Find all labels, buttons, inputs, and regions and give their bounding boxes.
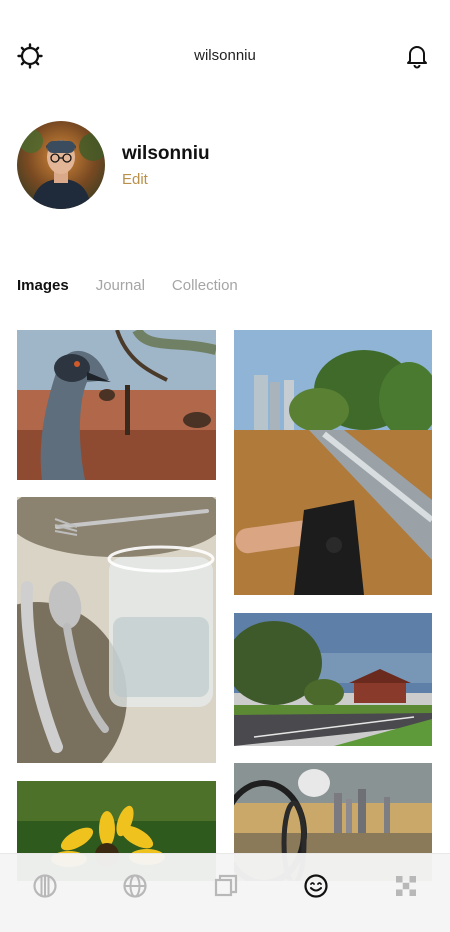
photo-cutlery[interactable] <box>17 497 216 763</box>
tab-journal[interactable]: Journal <box>96 277 145 294</box>
circle-lines-icon[interactable] <box>31 872 59 900</box>
tab-collection[interactable]: Collection <box>172 277 238 294</box>
profile-username: wilsonniu <box>122 143 210 164</box>
photo-bicycle-path[interactable] <box>234 330 432 595</box>
smiley-profile-icon[interactable] <box>302 872 330 900</box>
top-bar: wilsonniu <box>0 0 450 112</box>
bottom-navigation <box>0 853 450 932</box>
photo-emu[interactable] <box>17 330 216 480</box>
checker-grid-icon[interactable] <box>392 872 420 900</box>
page-title: wilsonniu <box>194 47 256 64</box>
content-tabs: Images Journal Collection <box>17 277 265 294</box>
tab-images[interactable]: Images <box>17 277 69 294</box>
photo-suburban-street[interactable] <box>234 613 432 746</box>
edit-profile-link[interactable]: Edit <box>122 171 148 188</box>
avatar[interactable] <box>17 121 105 209</box>
stacked-squares-icon[interactable] <box>212 872 240 900</box>
globe-icon[interactable] <box>121 872 149 900</box>
notification-bell-icon[interactable] <box>403 42 431 70</box>
profile-header: wilsonniu Edit <box>17 121 437 211</box>
